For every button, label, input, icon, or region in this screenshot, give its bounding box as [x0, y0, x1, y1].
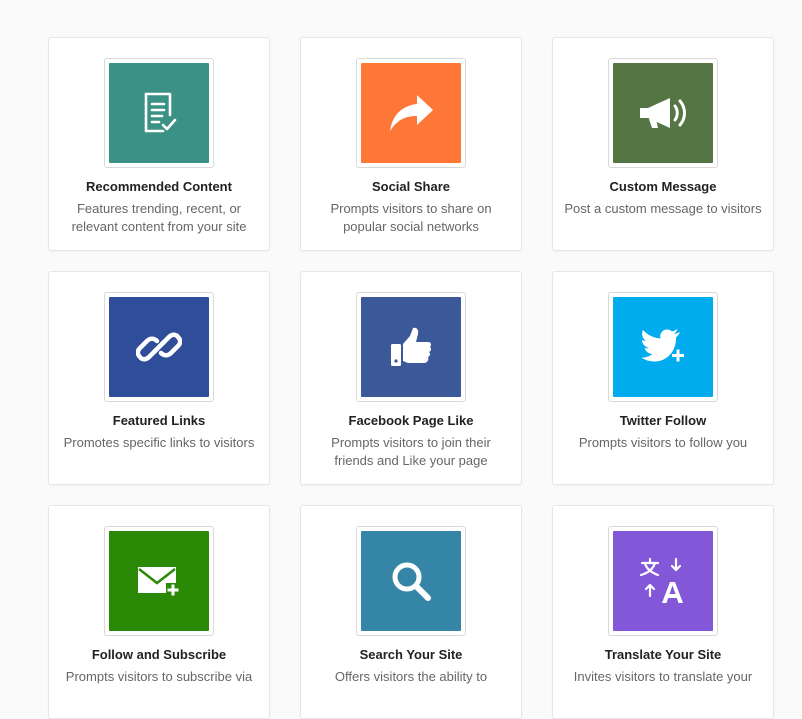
card-social-share[interactable]: Social Share Prompts visitors to share o… — [300, 37, 522, 251]
card-translate-your-site[interactable]: Translate Your Site Invites visitors to … — [552, 505, 774, 719]
card-twitter-follow[interactable]: Twitter Follow Prompts visitors to follo… — [552, 271, 774, 485]
thumbs-up-icon — [391, 327, 432, 366]
card-title: Search Your Site — [359, 647, 463, 662]
tile-frame — [104, 58, 214, 168]
card-title: Recommended Content — [86, 179, 232, 194]
card-description: Post a custom message to visitors — [564, 201, 762, 216]
tile-frame — [356, 292, 466, 402]
envelope-plus-icon — [138, 567, 180, 597]
tile — [361, 63, 461, 163]
card-description: Promotes specific links to visitors — [63, 435, 255, 450]
card-description: Invites visitors to translate your — [573, 669, 753, 684]
card-title: Featured Links — [112, 413, 206, 428]
tile — [361, 531, 461, 631]
tile-frame — [608, 526, 718, 636]
card-description: Features trending, recent, or relevant c… — [71, 201, 247, 234]
card-title: Follow and Subscribe — [91, 647, 227, 662]
card-custom-message[interactable]: Custom Message Post a custom message to … — [552, 37, 774, 251]
card-featured-links[interactable]: Featured Links Promotes specific links t… — [48, 271, 270, 485]
link-icon — [136, 332, 182, 362]
tile-frame — [104, 292, 214, 402]
translate-icon — [639, 557, 683, 603]
share-arrow-icon — [390, 95, 433, 131]
card-title: Twitter Follow — [619, 413, 707, 428]
card-title: Social Share — [371, 179, 451, 194]
card-description: Prompts visitors to join their friends a… — [331, 435, 491, 468]
card-description: Prompts visitors to share on popular soc… — [330, 201, 492, 234]
tile — [109, 531, 209, 631]
card-description: Prompts visitors to subscribe via — [65, 669, 253, 684]
tile — [109, 63, 209, 163]
tile-frame — [104, 526, 214, 636]
tile — [361, 297, 461, 397]
tile-frame — [608, 292, 718, 402]
card-title: Facebook Page Like — [348, 413, 474, 428]
tile — [613, 531, 713, 631]
tools-grid: Recommended Content Features trending, r… — [48, 37, 774, 719]
document-check-icon — [144, 92, 177, 133]
search-icon — [392, 562, 431, 601]
tile-frame — [356, 58, 466, 168]
megaphone-icon — [640, 98, 686, 128]
tile — [613, 297, 713, 397]
card-title: Custom Message — [609, 179, 717, 194]
card-recommended-content[interactable]: Recommended Content Features trending, r… — [48, 37, 270, 251]
card-description: Prompts visitors to follow you — [578, 435, 748, 450]
tile — [109, 297, 209, 397]
card-search-your-site[interactable]: Search Your Site Offers visitors the abi… — [300, 505, 522, 719]
card-facebook-page-like[interactable]: Facebook Page Like Prompts visitors to j… — [300, 271, 522, 485]
tile — [613, 63, 713, 163]
tile-frame — [356, 526, 466, 636]
card-title: Translate Your Site — [604, 647, 722, 662]
card-follow-and-subscribe[interactable]: Follow and Subscribe Prompts visitors to… — [48, 505, 270, 719]
twitter-bird-plus-icon — [641, 329, 684, 362]
tile-frame — [608, 58, 718, 168]
card-description: Offers visitors the ability to — [334, 669, 488, 684]
